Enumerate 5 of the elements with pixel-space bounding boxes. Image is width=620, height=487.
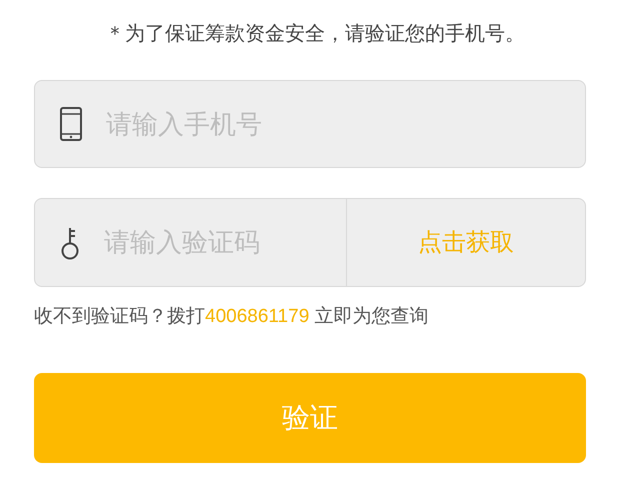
verify-button[interactable]: 验证	[34, 373, 586, 463]
phone-link[interactable]: 4006861179	[205, 306, 310, 327]
get-code-button[interactable]: 点击获取	[347, 198, 586, 287]
notice-text: ＊为了保证筹款资金安全，请验证您的手机号。	[104, 22, 526, 47]
help-text: 收不到验证码？拨打4006861179 立即为您查询	[34, 305, 430, 329]
